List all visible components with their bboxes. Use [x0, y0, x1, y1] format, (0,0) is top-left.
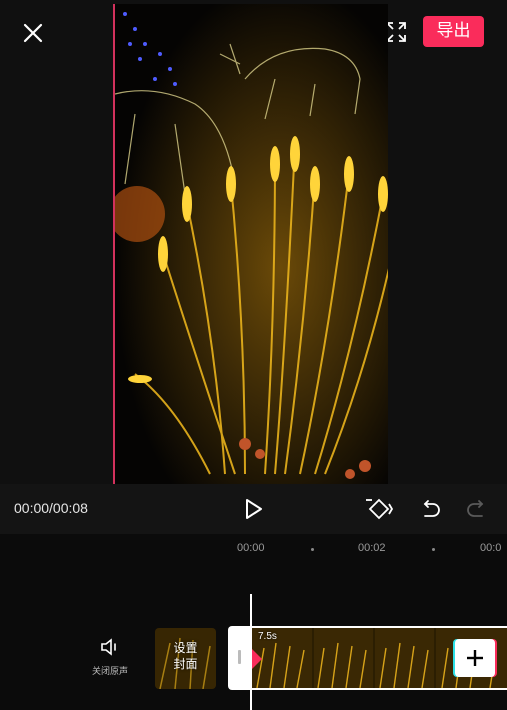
playhead[interactable] [250, 594, 252, 710]
set-cover-label-line: 封面 [173, 657, 198, 671]
timecode: 00:00/00:08 [14, 500, 88, 516]
play-icon [246, 499, 262, 519]
play-button[interactable] [240, 496, 266, 522]
close-icon [23, 23, 43, 43]
set-cover-button[interactable]: 设置 封面 [155, 628, 216, 689]
video-preview-area: 导出 [0, 0, 507, 484]
video-frame [113, 4, 388, 484]
undo-button[interactable] [417, 496, 443, 522]
transition-marker-icon [252, 649, 262, 669]
ruler-label: 00:02 [358, 542, 386, 554]
undo-icon [423, 500, 440, 517]
export-button[interactable]: 导出 [423, 16, 484, 47]
video-frame-image [115, 4, 388, 484]
mute-original-audio-button[interactable]: 关闭原声 [86, 634, 134, 678]
ruler-tick [311, 548, 314, 551]
ruler-label: 00:00 [237, 542, 265, 554]
ruler-label: 00:0 [480, 542, 502, 554]
set-cover-label: 设置 封面 [155, 640, 216, 672]
speaker-icon [101, 638, 116, 656]
mute-original-audio-label: 关闭原声 [91, 667, 128, 677]
close-button[interactable] [20, 20, 46, 46]
clip-duration: 7.5s [258, 631, 277, 642]
redo-button[interactable] [464, 496, 490, 522]
keyframe-icon [366, 498, 394, 520]
grip-icon [238, 650, 241, 664]
set-cover-label-line: 设置 [173, 641, 198, 655]
add-clip-button[interactable] [455, 639, 495, 677]
ruler-tick [432, 548, 435, 551]
timeline[interactable]: 00:00 00:02 00:0 关闭原声 设置 封面 7.5s [0, 534, 507, 710]
keyframe-button[interactable] [364, 496, 394, 522]
redo-icon [467, 500, 484, 517]
plus-icon [467, 650, 483, 666]
playback-controls: 00:00/00:08 [0, 484, 507, 534]
clip-trim-handle[interactable] [228, 626, 252, 690]
